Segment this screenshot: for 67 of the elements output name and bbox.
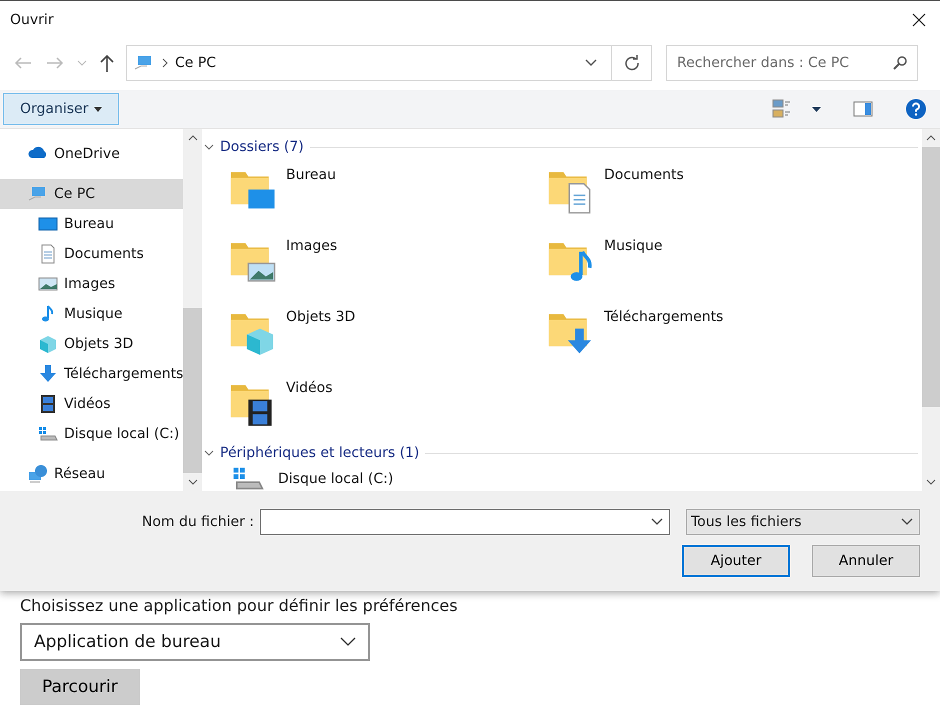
chevron-icon [340,637,356,647]
chevron-icon [188,479,198,485]
refresh-icon [624,55,640,71]
chevron-icon [161,58,169,68]
dialog-button[interactable]: Annuler [812,545,920,577]
close-icon [912,13,926,27]
objects3d-icon [38,334,58,354]
chevron-icon [926,135,936,141]
filename-field[interactable] [260,509,670,535]
scrollbar[interactable] [183,129,202,491]
app-type-dropdown[interactable]: Application de bureau [20,623,370,661]
chevron-icon [204,142,214,152]
preview-pane-button[interactable] [851,99,875,119]
up-arrow-icon [99,53,115,73]
sidebar-item[interactable]: Musique [0,299,184,329]
chevron-icon [77,59,87,67]
view-dropdown-button[interactable] [810,104,823,114]
videos-icon [38,394,58,414]
search-field[interactable]: Rechercher dans : Ce PC [666,45,918,81]
chevron-icon [901,518,913,526]
chevron-icon [585,59,597,67]
drive-item[interactable]: Disque local (C:) [204,461,922,491]
window-title: Ouvrir [10,12,54,28]
filename-label: Nom du fichier : [142,514,254,530]
folder-item[interactable]: Vidéos [228,376,546,441]
chevron-icon [926,479,936,485]
scroll-thumb[interactable] [183,308,202,473]
pane-icon [853,101,873,117]
folder-item[interactable]: Objets 3D [228,305,546,370]
search-icon [893,56,907,70]
group-header[interactable]: Dossiers (7) [204,139,304,155]
sidebar-item[interactable]: Réseau [0,459,184,489]
dialog-button[interactable]: Ajouter [682,545,790,577]
sidebar-item[interactable]: Documents [0,239,184,269]
file-type-dropdown[interactable]: Tous les fichiers [686,509,920,535]
sidebar-item[interactable]: Bureau [0,209,184,239]
group-header[interactable]: Périphériques et lecteurs (1) [204,445,420,461]
preferences-prompt: Choisissez une application pour définir les préférences [20,596,458,615]
caret-icon [812,106,821,112]
downloads-icon [38,364,58,384]
scroll-thumb[interactable] [922,147,940,407]
chevron-icon [651,518,663,526]
sidebar-item[interactable]: Disque local (C:) [0,419,184,449]
sidebar-item[interactable]: OneDrive [0,139,184,169]
folder-item[interactable]: Documents [546,163,864,228]
sidebar-item[interactable]: Vidéos [0,389,184,419]
help-button[interactable] [903,96,929,122]
browse-button[interactable]: Parcourir [20,669,140,705]
help-icon [905,98,927,120]
address-bar[interactable]: Ce PC [126,45,652,81]
folder-item[interactable]: Bureau [228,163,546,228]
sidebar-item[interactable]: Téléchargements [0,359,184,389]
sidebar-item[interactable]: Ce PC [0,179,184,209]
chevron-icon [188,135,198,141]
left-arrow-icon [13,55,33,71]
network-icon [28,464,48,484]
caret-icon [94,106,102,112]
folder-item[interactable]: Téléchargements [546,305,864,370]
folder-item[interactable]: Images [228,234,546,299]
sidebar-item[interactable]: Objets 3D [0,329,184,359]
scrollbar[interactable] [922,129,940,491]
path-text: Ce PC [175,55,216,71]
sidebar-item[interactable]: Images [0,269,184,299]
right-arrow-icon [45,55,65,71]
organize-button[interactable]: Organiser [3,93,120,125]
chevron-icon [204,448,214,458]
folder-item[interactable]: Musique [546,234,864,299]
